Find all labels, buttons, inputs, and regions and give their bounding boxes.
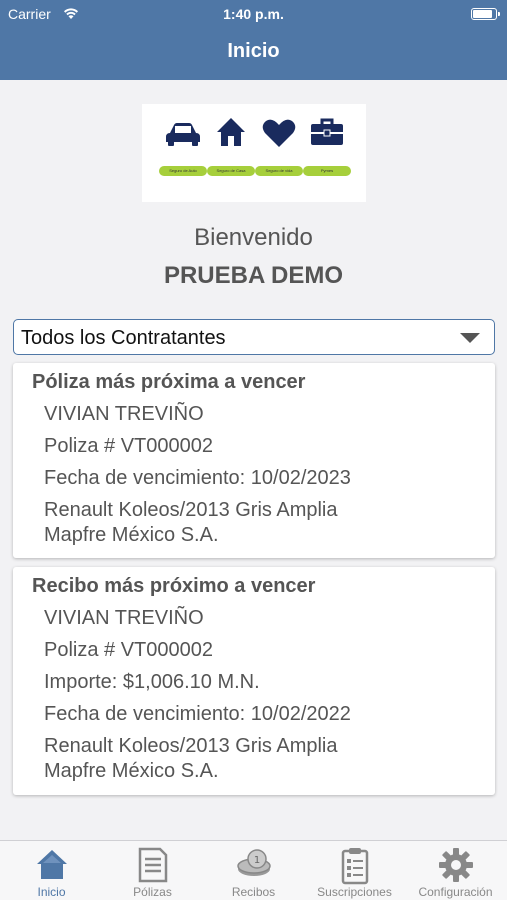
welcome-greeting: Bienvenido — [194, 224, 313, 251]
pymes-tile: Pymes — [303, 118, 351, 176]
insurer-name: Mapfre México S.A. — [44, 760, 219, 782]
expiry-date: Fecha de vencimiento: 10/02/2022 — [44, 703, 351, 725]
recibo-card[interactable]: Recibo más próximo a vencer VIVIAN TREVI… — [13, 567, 495, 795]
tab-configuracion[interactable]: Configuración — [405, 841, 506, 900]
briefcase-icon — [311, 118, 343, 145]
tab-label: Suscripciones — [317, 885, 392, 899]
tab-polizas[interactable]: Pólizas — [102, 841, 203, 900]
amount: Importe: $1,006.10 M.N. — [44, 671, 260, 693]
casa-tile: Seguro de Casa — [207, 118, 255, 176]
vehicle-description: Renault Koleos/2013 Gris Amplia — [44, 499, 338, 521]
battery-icon — [471, 8, 500, 20]
card-title: Recibo más próximo a vencer — [32, 575, 316, 597]
navigation-bar: Carrier 1:40 p.m. Inicio — [0, 0, 507, 80]
policy-number: Poliza # VT000002 — [44, 639, 214, 661]
tab-label: Inicio — [37, 885, 66, 899]
heart-icon — [262, 119, 296, 147]
car-icon — [166, 123, 200, 146]
insurer-name: Mapfre México S.A. — [44, 524, 219, 546]
logo-tag: Seguro de Auto — [159, 166, 207, 176]
tab-inicio[interactable]: Inicio — [1, 841, 102, 900]
contratante-name: VIVIAN TREVIÑO — [44, 403, 204, 425]
logo-tag: Pymes — [303, 166, 351, 176]
auto-tile: Seguro de Auto — [159, 122, 207, 176]
house-icon — [217, 118, 245, 146]
document-icon — [138, 847, 167, 883]
home-icon — [36, 850, 67, 879]
dropdown-value: Todos los Contratantes — [21, 327, 226, 349]
tab-suscripciones[interactable]: Suscripciones — [304, 841, 405, 900]
logo-tag: Seguro de vida — [255, 166, 303, 176]
tab-label: Configuración — [418, 885, 493, 899]
tab-bar: Inicio Pólizas 1 Recibos Suscripciones C… — [0, 840, 507, 900]
tab-label: Recibos — [231, 885, 276, 899]
user-name: PRUEBA DEMO — [163, 262, 344, 289]
poliza-card[interactable]: Póliza más próxima a vencer VIVIAN TREVI… — [13, 363, 495, 558]
tab-recibos[interactable]: 1 Recibos — [203, 841, 304, 900]
clock: 1:40 p.m. — [223, 6, 284, 22]
expiry-date: Fecha de vencimiento: 10/02/2023 — [44, 467, 351, 489]
policy-number: Poliza # VT000002 — [44, 435, 214, 457]
vehicle-description: Renault Koleos/2013 Gris Amplia — [44, 735, 338, 757]
card-title: Póliza más próxima a vencer — [32, 371, 306, 393]
status-bar: Carrier 1:40 p.m. — [0, 6, 507, 24]
svg-text:1: 1 — [253, 855, 259, 866]
vida-tile: Seguro de vida — [255, 119, 303, 176]
chevron-down-icon — [460, 333, 480, 343]
contratante-name: VIVIAN TREVIÑO — [44, 607, 204, 629]
clipboard-icon — [341, 848, 368, 885]
page-title: Inicio — [227, 40, 280, 62]
insurance-logo: Seguro de Auto Seguro de Casa Seguro de … — [142, 104, 366, 202]
contratantes-dropdown[interactable]: Todos los Contratantes — [13, 319, 495, 355]
coins-icon: 1 — [236, 849, 271, 876]
gear-icon — [438, 848, 473, 882]
tab-label: Pólizas — [133, 885, 172, 899]
logo-tag: Seguro de Casa — [207, 166, 255, 176]
